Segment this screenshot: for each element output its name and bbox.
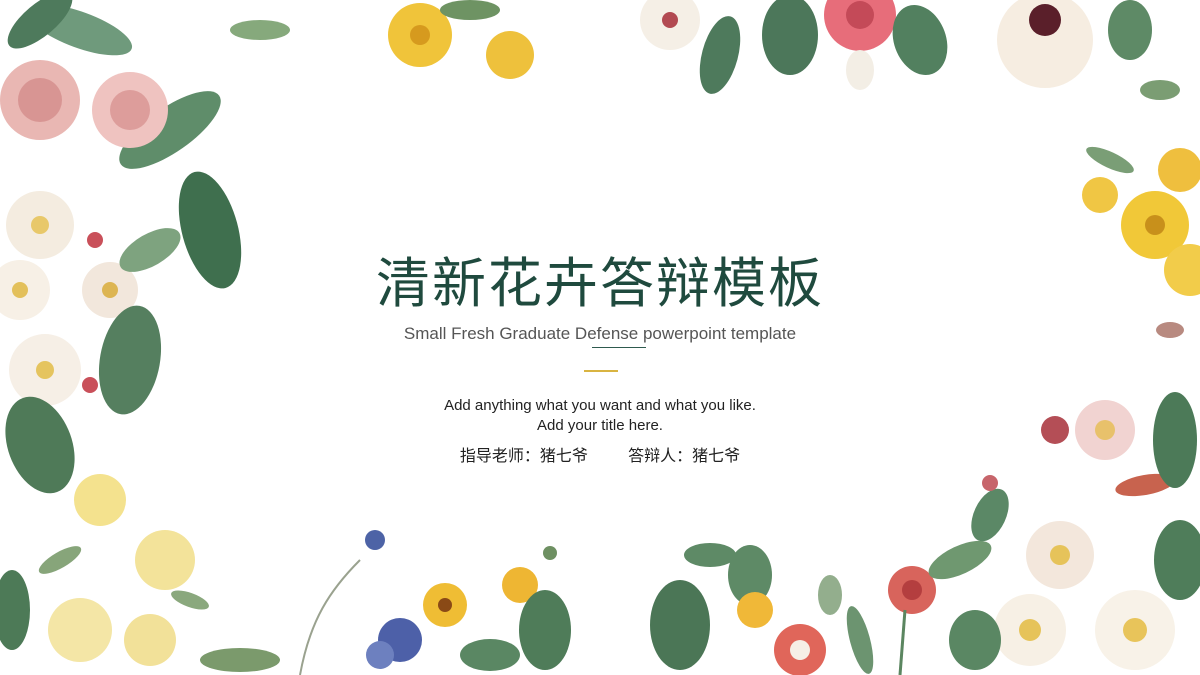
presenters-line: 指导老师：猪七爷 答辩人：猪七爷	[0, 444, 1200, 468]
bottom-left-flowers	[0, 474, 422, 675]
slide-subtitle: Small Fresh Graduate Defense powerpoint …	[403, 324, 797, 343]
accent-divider	[584, 370, 618, 372]
slide: 清新花卉答辩模板 Small Fresh Graduate Defense po…	[0, 0, 1200, 675]
subtitle-underline	[592, 347, 646, 348]
defender-label: 答辩人：猪七爷	[628, 446, 741, 465]
slide-title: 清新花卉答辩模板	[376, 252, 824, 315]
description-line-1: Add anything what you want and what you …	[444, 397, 756, 414]
description-line-2: Add your title here.	[537, 417, 663, 434]
top-center-flowers	[388, 0, 948, 94]
bottom-center-flowers	[423, 543, 936, 675]
advisor-label: 指导老师：猪七爷	[459, 446, 588, 465]
